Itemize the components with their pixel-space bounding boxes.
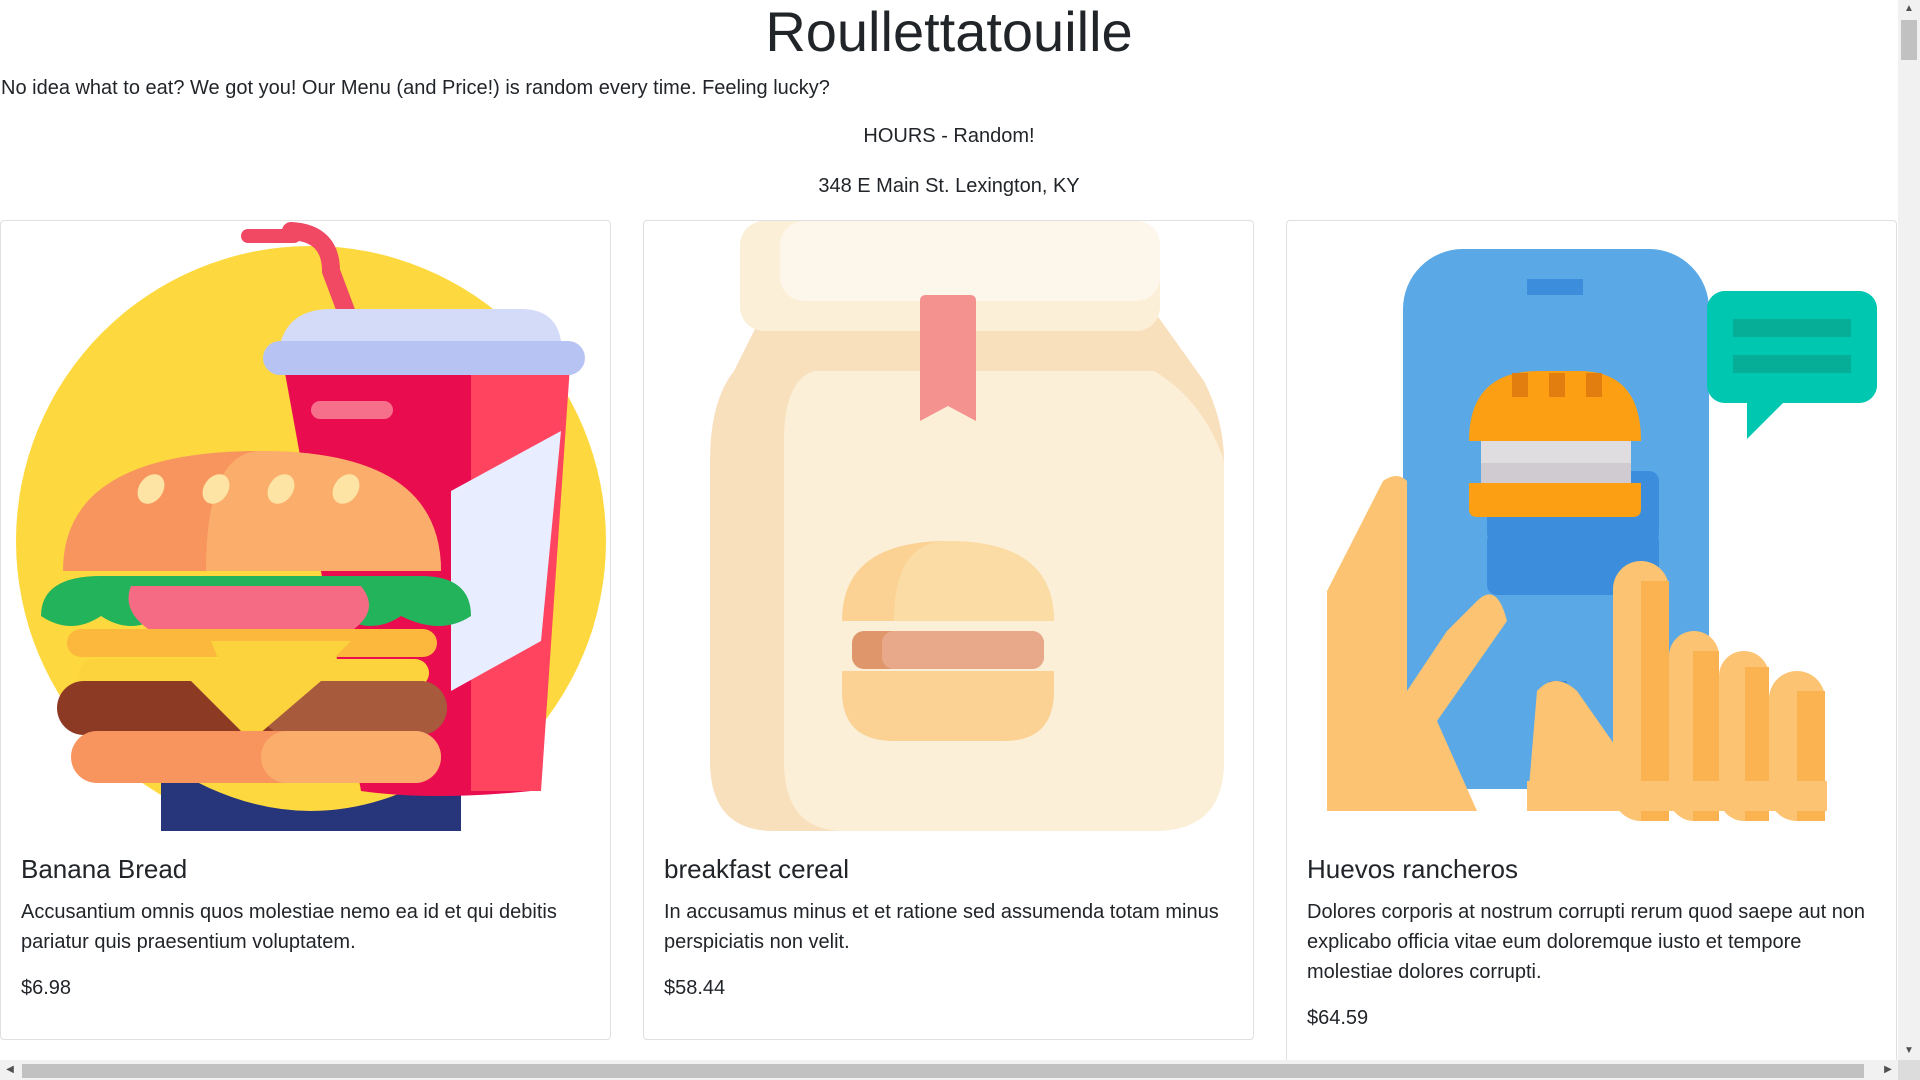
phone-order-burger-icon (1287, 221, 1896, 831)
horizontal-scroll-thumb[interactable] (22, 1064, 1864, 1078)
vertical-scrollbar[interactable]: ▲ ▼ (1898, 0, 1920, 1060)
menu-item-description: Dolores corporis at nostrum corrupti rer… (1307, 901, 1866, 983)
scrollbar-corner (1898, 1060, 1920, 1080)
vertical-scroll-thumb[interactable] (1901, 20, 1917, 60)
menu-item-name: Huevos rancheros (1307, 854, 1518, 884)
menu-item-price: $58.44 (664, 977, 726, 999)
menu-item-name: breakfast cereal (664, 854, 849, 884)
scroll-up-arrow-icon[interactable]: ▲ (1898, 0, 1920, 18)
menu-item-price: $64.59 (1307, 1007, 1369, 1029)
burger-and-drink-icon (1, 221, 610, 831)
scroll-right-arrow-icon[interactable]: ▶ (1878, 1060, 1898, 1080)
page-viewport: Roullettatouille No idea what to eat? We… (0, 0, 1898, 1060)
menu-card: breakfast cereal In accusamus minus et e… (643, 220, 1254, 1040)
tagline: No idea what to eat? We got you! Our Men… (1, 77, 830, 99)
menu-item-name: Banana Bread (21, 854, 188, 884)
menu-item-description: In accusamus minus et et ratione sed ass… (664, 901, 1219, 953)
menu-item-description: Accusantium omnis quos molestiae nemo ea… (21, 901, 557, 953)
scroll-down-arrow-icon[interactable]: ▼ (1898, 1042, 1920, 1060)
horizontal-scrollbar[interactable]: ◀ ▶ (0, 1060, 1898, 1080)
page-title: Roullettatouille (765, 0, 1133, 63)
scroll-left-arrow-icon[interactable]: ◀ (0, 1060, 20, 1080)
menu-item-price: $6.98 (21, 977, 72, 999)
takeout-bag-burger-icon (644, 221, 1253, 831)
hours-text: HOURS - Random! (863, 125, 1035, 147)
address-text: 348 E Main St. Lexington, KY (818, 175, 1080, 197)
menu-card: Huevos rancheros Dolores corporis at nos… (1286, 220, 1897, 1060)
menu-card: Banana Bread Accusantium omnis quos mole… (0, 220, 611, 1040)
